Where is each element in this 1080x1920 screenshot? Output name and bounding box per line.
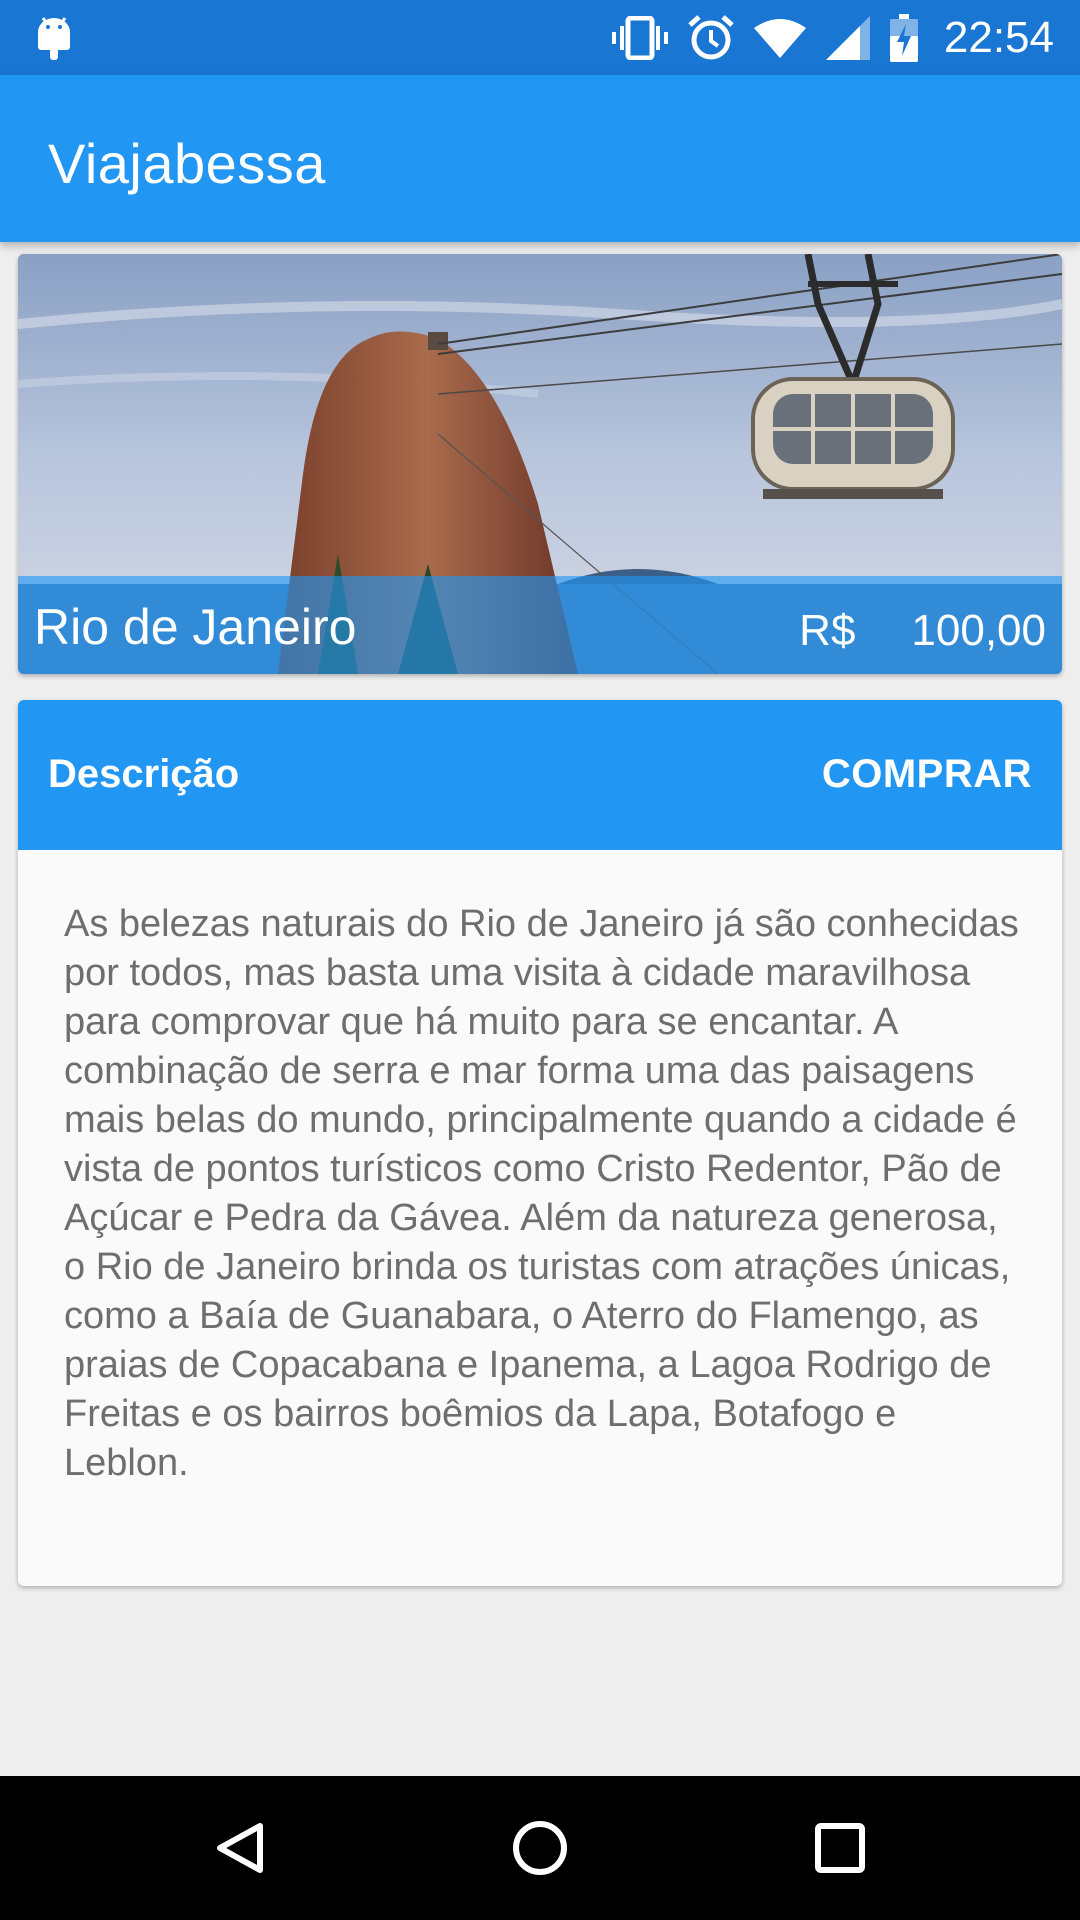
description-label: Descrição	[48, 752, 240, 796]
description-text: As belezas naturais do Rio de Janeiro já…	[64, 903, 1019, 1484]
signal-icon	[825, 15, 870, 60]
clock: 22:54	[943, 12, 1054, 62]
destination-price: R$ 100,00	[799, 606, 1046, 656]
vibrate-icon	[611, 15, 668, 60]
status-bar: 22:54	[0, 0, 1080, 75]
price-value: 100,00	[911, 606, 1046, 655]
navigation-bar	[0, 1776, 1080, 1920]
app-title: Viajabessa	[48, 132, 326, 195]
price-currency: R$	[799, 606, 856, 655]
battery-charging-icon	[889, 13, 918, 62]
wifi-icon	[753, 18, 806, 58]
destination-city: Rio de Janeiro	[34, 599, 357, 655]
description-card: Descrição COMPRAR As belezas naturais do…	[18, 700, 1062, 1586]
buy-button[interactable]: COMPRAR	[822, 752, 1032, 797]
home-icon[interactable]	[506, 1814, 574, 1882]
destination-card[interactable]: Rio de Janeiro R$ 100,00	[18, 254, 1062, 674]
recents-icon[interactable]	[806, 1814, 874, 1882]
android-icon	[38, 17, 70, 60]
alarm-icon	[688, 14, 734, 59]
app-bar: Viajabessa	[0, 75, 1080, 242]
back-icon[interactable]	[206, 1814, 274, 1882]
description-header: Descrição COMPRAR	[18, 700, 1062, 850]
